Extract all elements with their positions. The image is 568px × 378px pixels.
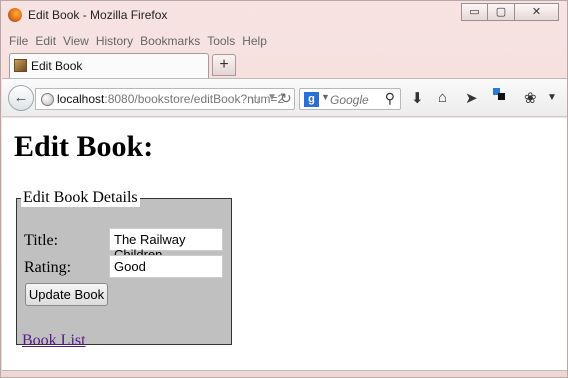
tab-edit-book[interactable]: Edit Book xyxy=(9,53,209,78)
menu-edit[interactable]: Edit xyxy=(35,34,56,48)
page-title: Edit Book: xyxy=(14,130,154,163)
browser-window: Edit Book - Mozilla Firefox ▭ ▢ ✕ File E… xyxy=(0,0,568,378)
menu-help[interactable]: Help xyxy=(242,34,267,48)
window-title: Edit Book - Mozilla Firefox xyxy=(28,8,168,22)
maximize-button[interactable]: ▢ xyxy=(488,3,515,21)
search-bar[interactable]: g ▼ Google ⚲ xyxy=(299,88,401,110)
firefox-icon xyxy=(8,8,22,22)
menu-dropdown-icon[interactable]: ▼ xyxy=(547,92,557,103)
menu-view[interactable]: View xyxy=(63,34,89,48)
rating-label: Rating: xyxy=(24,259,72,276)
tab-label: Edit Book xyxy=(31,59,83,73)
star-icon[interactable]: ☆ xyxy=(249,91,262,108)
share-icon[interactable]: ➤ xyxy=(465,89,478,107)
nav-bar: ← localhost:8080/bookstore/editBook?num=… xyxy=(2,78,567,117)
menu-bar: File Edit View History Bookmarks Tools H… xyxy=(9,34,274,48)
page-content: Edit Book: Edit Book Details Title: The … xyxy=(2,118,567,371)
page-favicon-icon xyxy=(14,59,27,72)
url-host: localhost xyxy=(57,92,105,106)
new-tab-button[interactable]: + xyxy=(212,54,236,76)
app-icon[interactable] xyxy=(493,87,507,104)
reload-icon[interactable]: ↻ xyxy=(280,90,292,107)
title-bar: Edit Book - Mozilla Firefox ▭ ▢ ✕ xyxy=(1,1,567,31)
close-button[interactable]: ✕ xyxy=(515,3,559,21)
search-engine-dropdown-icon[interactable]: ▼ xyxy=(321,92,330,102)
search-icon[interactable]: ⚲ xyxy=(385,90,395,107)
menu-history[interactable]: History xyxy=(96,34,133,48)
fieldset-legend: Edit Book Details xyxy=(21,189,140,207)
book-list-link[interactable]: Book List xyxy=(22,332,86,350)
menu-tools[interactable]: Tools xyxy=(207,34,235,48)
search-input[interactable]: Google xyxy=(330,93,369,107)
chevron-down-icon[interactable]: ▼ xyxy=(267,92,277,103)
edit-book-fieldset: Edit Book Details Title: The Railway Chi… xyxy=(16,189,232,349)
update-book-button[interactable]: Update Book xyxy=(25,283,108,306)
plugin-icon[interactable]: ❀ xyxy=(524,89,537,107)
title-input[interactable]: The Railway Children xyxy=(109,228,223,262)
menu-bookmarks[interactable]: Bookmarks xyxy=(140,34,200,48)
window-controls: ▭ ▢ ✕ xyxy=(461,3,559,21)
home-icon[interactable]: ⌂ xyxy=(438,89,447,106)
url-bar[interactable]: localhost:8080/bookstore/editBook?num=2 … xyxy=(35,88,295,110)
rating-input[interactable]: Good xyxy=(109,255,223,278)
globe-icon xyxy=(41,93,54,106)
menu-file[interactable]: File xyxy=(9,34,28,48)
google-icon[interactable]: g xyxy=(304,92,319,107)
minimize-button[interactable]: ▭ xyxy=(461,3,488,21)
download-icon[interactable]: ⬇ xyxy=(411,89,424,107)
title-label: Title: xyxy=(24,232,59,249)
back-arrow-icon[interactable]: ← xyxy=(8,85,34,111)
